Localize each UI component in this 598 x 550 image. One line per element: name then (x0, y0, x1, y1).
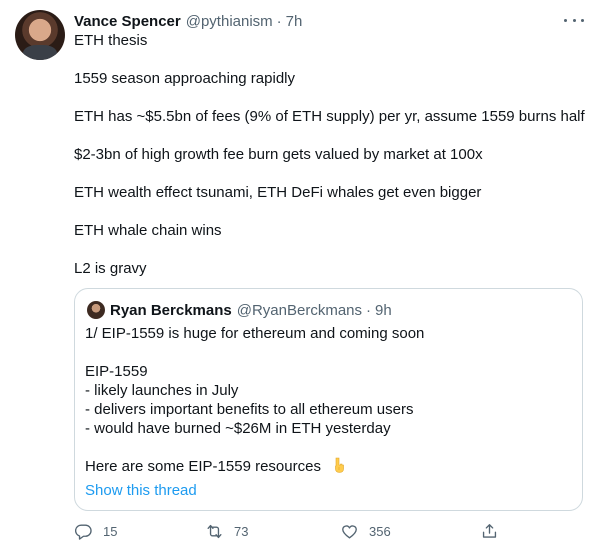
tweet-header: Vance Spencer @pythianism · 7h (74, 11, 302, 31)
tweet-line: ETH whale chain wins (74, 222, 222, 239)
quoted-author-avatar (87, 301, 105, 319)
avatar-figure (23, 45, 57, 60)
quoted-line-with-emoji: Here are some EIP-1559 resources (85, 457, 347, 476)
more-options-icon[interactable] (564, 12, 584, 28)
reply-button[interactable]: 15 (74, 518, 117, 544)
tweet-line: $2-3bn of high growth fee burn gets valu… (74, 146, 483, 163)
author-name[interactable]: Vance Spencer (74, 13, 181, 30)
tweet-line: L2 is gravy (74, 260, 147, 277)
author-avatar[interactable] (15, 10, 65, 60)
share-button[interactable] (480, 518, 499, 544)
quoted-tweet-timestamp: 9h (375, 301, 392, 319)
heart-icon (342, 524, 357, 539)
quoted-line: 1/ EIP-1559 is huge for ethereum and com… (85, 325, 425, 342)
quoted-tweet-header: Ryan Berckmans @RyanBerckmans · 9h (110, 300, 392, 320)
tweet-actions: 15 73 356 (0, 518, 598, 544)
pointing-down-emoji-icon (335, 457, 344, 473)
author-handle[interactable]: @pythianism (186, 13, 273, 30)
tweet-line: ETH has ~$5.5bn of fees (9% of ETH suppl… (74, 108, 585, 125)
header-separator: · (276, 12, 282, 30)
quoted-line: - would have burned ~$26M in ETH yesterd… (85, 420, 391, 437)
tweet-line: ETH wealth effect tsunami, ETH DeFi whal… (74, 184, 482, 201)
like-count: 356 (369, 523, 391, 539)
quoted-author-handle: @RyanBerckmans (236, 301, 363, 319)
quoted-line: Here are some EIP-1559 resources (85, 458, 321, 475)
show-thread-link[interactable]: Show this thread (85, 482, 197, 499)
retweet-button[interactable]: 73 (205, 518, 248, 544)
quoted-tweet[interactable]: Ryan Berckmans @RyanBerckmans · 9h 1/ EI… (74, 288, 583, 511)
retweet-icon (207, 524, 222, 538)
reply-icon (74, 523, 92, 540)
quoted-author-name: Ryan Berckmans (110, 301, 232, 319)
tweet-line: ETH thesis (74, 32, 148, 49)
quoted-line: - delivers important benefits to all eth… (85, 401, 414, 418)
retweet-count: 73 (234, 523, 249, 539)
share-icon (482, 523, 497, 538)
tweet[interactable]: Vance Spencer @pythianism · 7h ETH thesi… (0, 0, 598, 550)
reply-count: 15 (103, 523, 118, 539)
quoted-line: - likely launches in July (85, 382, 239, 399)
tweet-timestamp[interactable]: 7h (286, 13, 303, 30)
like-button[interactable]: 356 (340, 518, 391, 544)
tweet-line: 1559 season approaching rapidly (74, 70, 295, 87)
quoted-header-separator: · (366, 301, 372, 319)
quoted-line: EIP-1559 (85, 363, 148, 380)
